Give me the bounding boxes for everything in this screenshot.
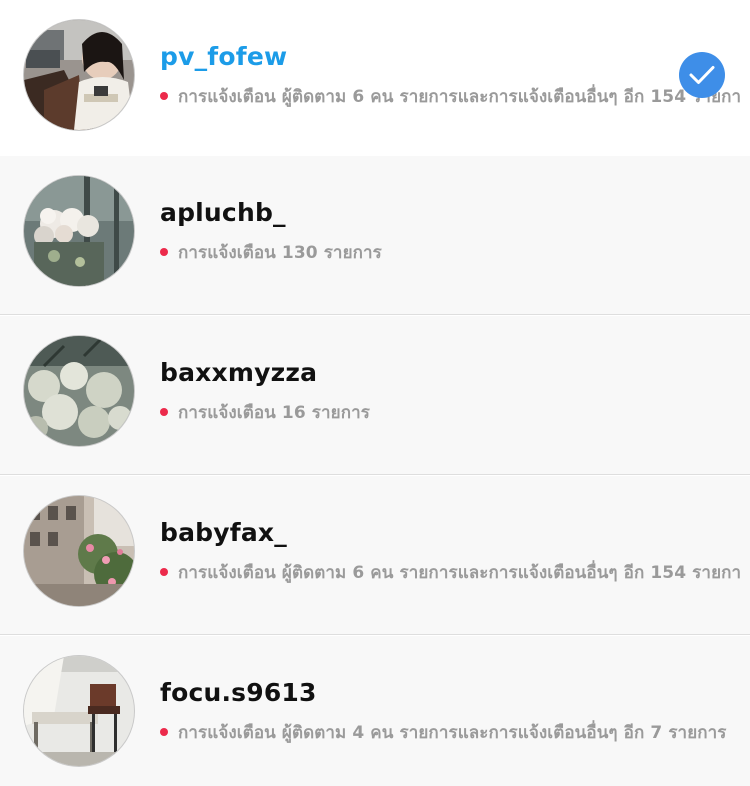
avatar <box>24 176 134 286</box>
account-username: apluchb_ <box>160 198 286 227</box>
red-dot-icon <box>160 408 168 416</box>
account-row-babyfax[interactable]: babyfax_ การแจ้งเตือน ผู้ติดตาม 6 คน ราย… <box>0 476 750 635</box>
avatar <box>24 20 134 130</box>
avatar <box>24 656 134 766</box>
account-username: pv_fofew <box>160 42 288 71</box>
account-username: babyfax_ <box>160 518 287 547</box>
avatar <box>24 496 134 606</box>
account-switcher-list: pv_fofew การแจ้งเตือน ผู้ติดตาม 6 คน ราย… <box>0 0 750 786</box>
notification-text: การแจ้งเตือน ผู้ติดตาม 6 คน รายการและการ… <box>178 562 740 583</box>
notification-summary: การแจ้งเตือน ผู้ติดตาม 6 คน รายการและการ… <box>160 560 740 584</box>
scrollbar[interactable] <box>746 0 750 786</box>
notification-summary: การแจ้งเตือน ผู้ติดตาม 6 คน รายการและการ… <box>160 84 740 108</box>
notification-text: การแจ้งเตือน 130 รายการ <box>178 242 382 263</box>
red-dot-icon <box>160 728 168 736</box>
account-row-baxxmyzza[interactable]: baxxmyzza การแจ้งเตือน 16 รายการ <box>0 316 750 475</box>
account-username: focu.s9613 <box>160 678 317 707</box>
red-dot-icon <box>160 92 168 100</box>
notification-summary: การแจ้งเตือน ผู้ติดตาม 4 คน รายการและการ… <box>160 720 740 744</box>
avatar <box>24 336 134 446</box>
checkmark-icon <box>679 52 725 98</box>
notification-text: การแจ้งเตือน ผู้ติดตาม 4 คน รายการและการ… <box>178 722 727 743</box>
red-dot-icon <box>160 568 168 576</box>
notification-text: การแจ้งเตือน 16 รายการ <box>178 402 370 423</box>
account-row-pv-fofew[interactable]: pv_fofew การแจ้งเตือน ผู้ติดตาม 6 คน ราย… <box>0 0 750 159</box>
account-row-apluchb[interactable]: apluchb_ การแจ้งเตือน 130 รายการ <box>0 156 750 315</box>
notification-text: การแจ้งเตือน ผู้ติดตาม 6 คน รายการและการ… <box>178 86 740 107</box>
notification-summary: การแจ้งเตือน 130 รายการ <box>160 240 740 264</box>
account-username: baxxmyzza <box>160 358 318 387</box>
notification-summary: การแจ้งเตือน 16 รายการ <box>160 400 740 424</box>
account-row-focu-s9613[interactable]: focu.s9613 การแจ้งเตือน ผู้ติดตาม 4 คน ร… <box>0 636 750 786</box>
red-dot-icon <box>160 248 168 256</box>
